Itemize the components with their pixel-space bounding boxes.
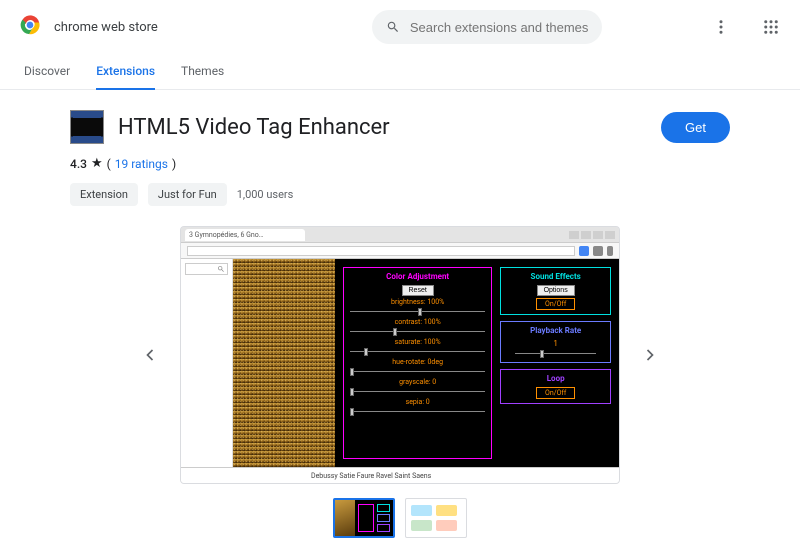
- chevron-right-icon: [640, 345, 660, 365]
- sepia-slider[interactable]: [350, 408, 485, 414]
- chrome-web-store-logo: [20, 15, 40, 39]
- video-preview: [233, 259, 335, 467]
- saturate-slider[interactable]: [350, 348, 485, 354]
- search-input[interactable]: [410, 20, 588, 35]
- more-vert-icon[interactable]: [712, 18, 730, 36]
- ratings-link[interactable]: 19 ratings: [115, 157, 168, 171]
- tab-discover[interactable]: Discover: [24, 54, 70, 89]
- tab-themes[interactable]: Themes: [181, 54, 224, 89]
- extension-title: HTML5 Video Tag Enhancer: [118, 115, 647, 140]
- search-box[interactable]: [372, 10, 602, 44]
- loop-title: Loop: [547, 374, 565, 383]
- sepia-label: sepia: 0: [406, 398, 430, 406]
- store-title: chrome web store: [54, 20, 158, 35]
- slide-footer-text: Debussy Satie Faure Ravel Saint Saens: [181, 467, 619, 483]
- playback-rate-slider[interactable]: [515, 350, 596, 356]
- tab-extensions[interactable]: Extensions: [96, 54, 155, 90]
- sound-effects-title: Sound Effects: [531, 272, 581, 281]
- playback-rate-title: Playback Rate: [530, 326, 581, 335]
- extension-icon: [70, 110, 104, 144]
- contrast-slider[interactable]: [350, 328, 485, 334]
- brightness-slider[interactable]: [350, 308, 485, 314]
- rating-value: 4.3: [70, 157, 87, 171]
- chip-category[interactable]: Just for Fun: [148, 183, 227, 206]
- chip-extension[interactable]: Extension: [70, 183, 138, 206]
- ratings-close-paren: ): [172, 157, 176, 171]
- playback-rate-panel: Playback Rate 1: [500, 321, 611, 363]
- hue-slider[interactable]: [350, 368, 485, 374]
- loop-panel: Loop On/Off: [500, 369, 611, 404]
- carousel-next-button[interactable]: [640, 345, 660, 365]
- sound-onoff-toggle[interactable]: On/Off: [536, 298, 575, 310]
- options-button[interactable]: Options: [537, 285, 575, 296]
- apps-grid-icon[interactable]: [762, 18, 780, 36]
- grayscale-label: grayscale: 0: [399, 378, 436, 386]
- color-adjustment-panel: Color Adjustment Reset brightness: 100% …: [343, 267, 492, 459]
- saturate-label: saturate: 100%: [395, 338, 441, 346]
- playback-rate-value: 1: [553, 339, 558, 348]
- brightness-label: brightness: 100%: [391, 298, 444, 306]
- browser-tab-label: 3 Gymnopédies, 6 Gno…: [185, 229, 305, 241]
- hue-label: hue-rotate: 0deg: [392, 358, 443, 366]
- reset-button[interactable]: Reset: [402, 285, 434, 296]
- users-count: 1,000 users: [237, 188, 294, 201]
- loop-onoff-toggle[interactable]: On/Off: [536, 387, 575, 399]
- thumbnail-2[interactable]: [405, 498, 467, 538]
- grayscale-slider[interactable]: [350, 388, 485, 394]
- thumbnail-1[interactable]: [333, 498, 395, 538]
- ratings-open-paren: (: [107, 157, 111, 171]
- screenshot-slide: 3 Gymnopédies, 6 Gno… Color Adjustment R…: [180, 226, 620, 484]
- contrast-label: contrast: 100%: [395, 318, 441, 326]
- carousel-prev-button[interactable]: [140, 345, 160, 365]
- sound-effects-panel: Sound Effects Options On/Off: [500, 267, 611, 315]
- star-icon: ★: [91, 156, 103, 171]
- color-adjustment-title: Color Adjustment: [386, 272, 449, 281]
- chevron-left-icon: [140, 345, 160, 365]
- get-button[interactable]: Get: [661, 112, 730, 143]
- search-icon: [386, 19, 400, 35]
